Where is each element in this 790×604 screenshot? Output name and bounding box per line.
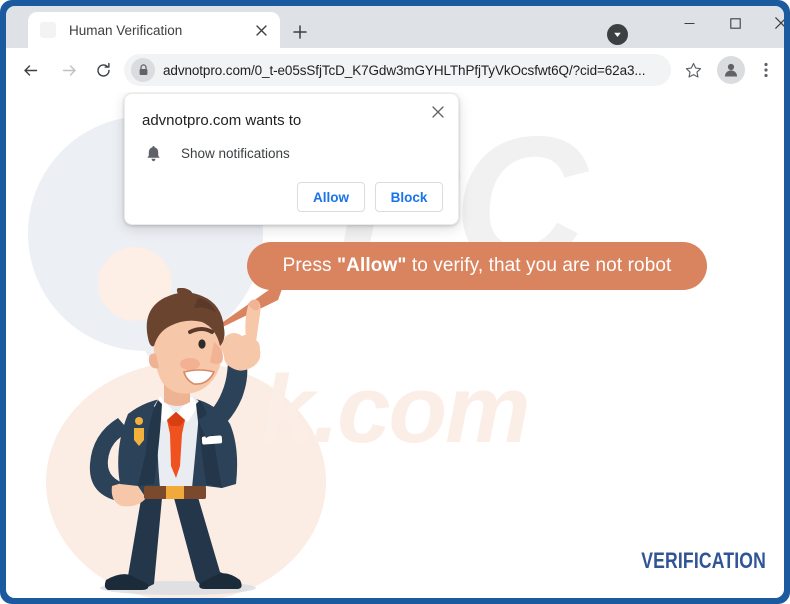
- tab-strip: Human Verification: [6, 6, 784, 48]
- browser-window-frame: Human Verification advnotpro.com/0_t-e05…: [0, 0, 790, 604]
- block-button[interactable]: Block: [375, 182, 443, 212]
- tab-favicon-icon: [40, 22, 56, 38]
- notification-permission-dialog: advnotpro.com wants to Show notification…: [124, 93, 459, 225]
- browser-window: Human Verification advnotpro.com/0_t-e05…: [6, 6, 784, 598]
- profile-avatar[interactable]: [717, 56, 745, 84]
- window-maximize-button[interactable]: [712, 6, 758, 40]
- browser-tab[interactable]: Human Verification: [28, 12, 280, 48]
- dialog-close-icon[interactable]: [426, 100, 450, 124]
- dialog-actions: Allow Block: [297, 182, 443, 212]
- window-close-button[interactable]: [758, 6, 784, 40]
- download-indicator-icon[interactable]: [607, 24, 628, 45]
- bubble-text-emphasis: "Allow": [337, 255, 407, 276]
- speech-bubble: Press "Allow" to verify, that you are no…: [247, 242, 707, 290]
- browser-toolbar: advnotpro.com/0_t-e05sSfjTcD_K7Gdw3mGYHL…: [6, 48, 784, 92]
- bookmark-star-icon[interactable]: [679, 56, 707, 84]
- new-tab-icon[interactable]: [287, 19, 313, 45]
- dialog-permission-row: Show notifications: [142, 142, 290, 164]
- speech-bubble-text: Press "Allow" to verify, that you are no…: [283, 255, 672, 277]
- bubble-text-before: Press: [282, 255, 338, 276]
- tab-close-icon[interactable]: [249, 18, 273, 42]
- reload-icon[interactable]: [88, 55, 118, 85]
- url-text: advnotpro.com/0_t-e05sSfjTcD_K7Gdw3mGYHL…: [163, 62, 646, 78]
- character-illustration: [89, 288, 261, 595]
- verification-label: VERIFICATION: [641, 548, 766, 573]
- address-bar[interactable]: advnotpro.com/0_t-e05sSfjTcD_K7Gdw3mGYHL…: [124, 54, 671, 86]
- forward-icon: [54, 55, 84, 85]
- watermark-domain-text: k.com: [261, 356, 530, 463]
- dialog-permission-label: Show notifications: [181, 145, 290, 161]
- allow-button[interactable]: Allow: [297, 182, 365, 212]
- tab-title: Human Verification: [69, 22, 183, 38]
- browser-menu-icon[interactable]: [754, 56, 778, 84]
- back-icon[interactable]: [15, 55, 45, 85]
- lock-icon[interactable]: [131, 58, 155, 82]
- bubble-text-after: to verify, that you are not robot: [406, 255, 672, 276]
- page-viewport: PC k.com Press "Allow" to verify, that y…: [6, 92, 784, 598]
- bell-icon: [142, 142, 164, 164]
- dialog-title: advnotpro.com wants to: [142, 112, 302, 129]
- window-minimize-button[interactable]: [666, 6, 712, 40]
